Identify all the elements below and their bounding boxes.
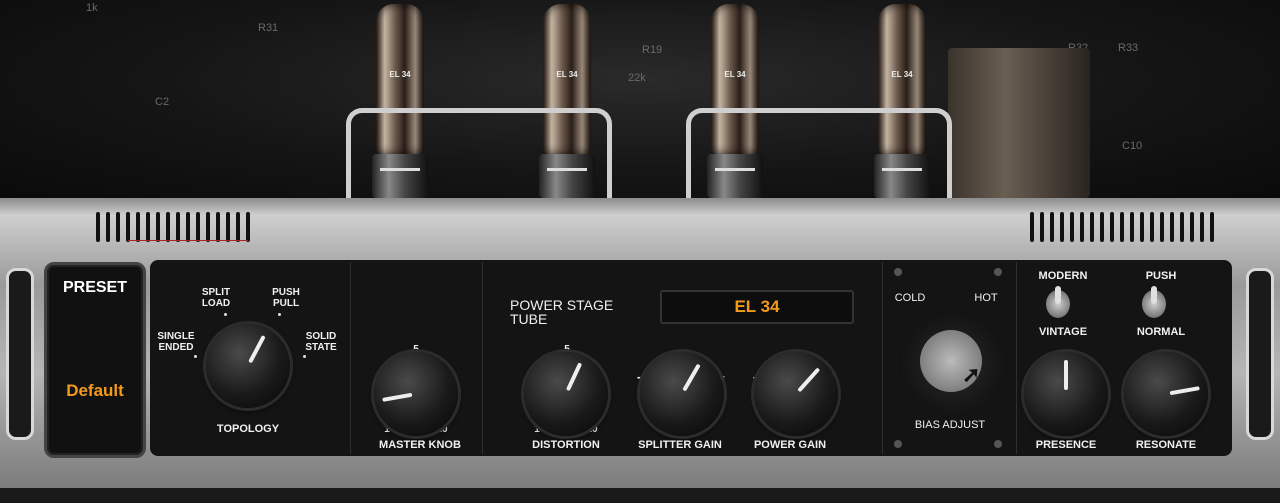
bias-cold-label: COLD (894, 292, 926, 304)
panel-divider-2 (482, 262, 483, 454)
splitter-gain-knob[interactable] (640, 352, 724, 436)
schematic-label-c2: C2 (155, 96, 170, 108)
output-transformer (948, 48, 1090, 198)
topology-option-solid-state[interactable]: SOLID STATE (298, 331, 344, 353)
vent-left-glow (128, 240, 248, 241)
topology-dot-1 (194, 355, 197, 358)
topology-option-push-pull[interactable]: PUSH PULL (262, 287, 310, 309)
tube-cage-left (346, 108, 612, 205)
power-gain-label: POWER GAIN (753, 439, 827, 451)
screw-icon (894, 268, 902, 276)
push-label: PUSH (1145, 270, 1177, 282)
topology-dot-2 (224, 313, 227, 316)
schematic-label-r31: R31 (258, 22, 279, 34)
power-gain-knob[interactable] (754, 352, 838, 436)
push-normal-switch[interactable] (1142, 286, 1166, 318)
power-stage-tube-value: EL 34 (734, 297, 780, 316)
handle-right (1246, 268, 1274, 440)
topology-dot-4 (303, 355, 306, 358)
distortion-knob[interactable] (524, 352, 608, 436)
power-stage-tube-selector[interactable]: EL 34 (660, 290, 854, 324)
bias-adjust-dial[interactable]: ➚ (898, 316, 1008, 412)
chassis-bottom (0, 488, 1280, 503)
modern-label: MODERN (1038, 270, 1088, 282)
resonate-label: RESONATE (1135, 439, 1197, 451)
distortion-label: DISTORTION (532, 439, 600, 451)
master-knob[interactable] (374, 352, 458, 436)
schematic-label-c10: C10 (1122, 140, 1143, 152)
schematic-label-22k: 22k (628, 72, 646, 84)
panel-divider-4 (1016, 262, 1017, 454)
normal-label: NORMAL (1136, 326, 1186, 338)
vent-left (96, 212, 250, 242)
screw-icon (994, 440, 1002, 448)
schematic-label-1k: 1k (86, 2, 98, 14)
resonate-knob[interactable] (1124, 352, 1208, 436)
topology-option-split-load[interactable]: SPLIT LOAD (190, 287, 242, 309)
schematic-label-r33: R33 (1118, 42, 1139, 54)
power-stage-tube-label: POWER STAGE TUBE (510, 297, 614, 327)
topology-option-single-ended[interactable]: SINGLE ENDED (150, 331, 202, 353)
handle-left (6, 268, 34, 440)
preset-selector[interactable]: PRESET Default (44, 262, 146, 458)
vent-right (1030, 212, 1214, 242)
splitter-gain-label: SPLITTER GAIN (638, 439, 722, 451)
tube-cage-right (686, 108, 952, 205)
arrow-icon: ➚ (962, 362, 981, 387)
master-knob-label: MASTER KNOB (379, 439, 461, 451)
vintage-label: VINTAGE (1038, 326, 1088, 338)
topology-label: TOPOLOGY (216, 423, 280, 435)
presence-knob[interactable] (1024, 352, 1108, 436)
screw-icon (894, 440, 902, 448)
topology-dot-3 (278, 313, 281, 316)
preset-value: Default (66, 381, 124, 400)
panel-divider-3 (882, 262, 883, 454)
topology-knob[interactable] (206, 324, 290, 408)
presence-label: PRESENCE (1035, 439, 1097, 451)
screw-icon (994, 268, 1002, 276)
panel-divider-1 (350, 262, 351, 454)
bias-adjust-label: BIAS ADJUST (914, 419, 986, 431)
bias-hot-label: HOT (974, 292, 998, 304)
modern-vintage-switch[interactable] (1046, 286, 1070, 318)
preset-label: PRESET (62, 279, 127, 296)
schematic-label-r19: R19 (642, 44, 663, 56)
